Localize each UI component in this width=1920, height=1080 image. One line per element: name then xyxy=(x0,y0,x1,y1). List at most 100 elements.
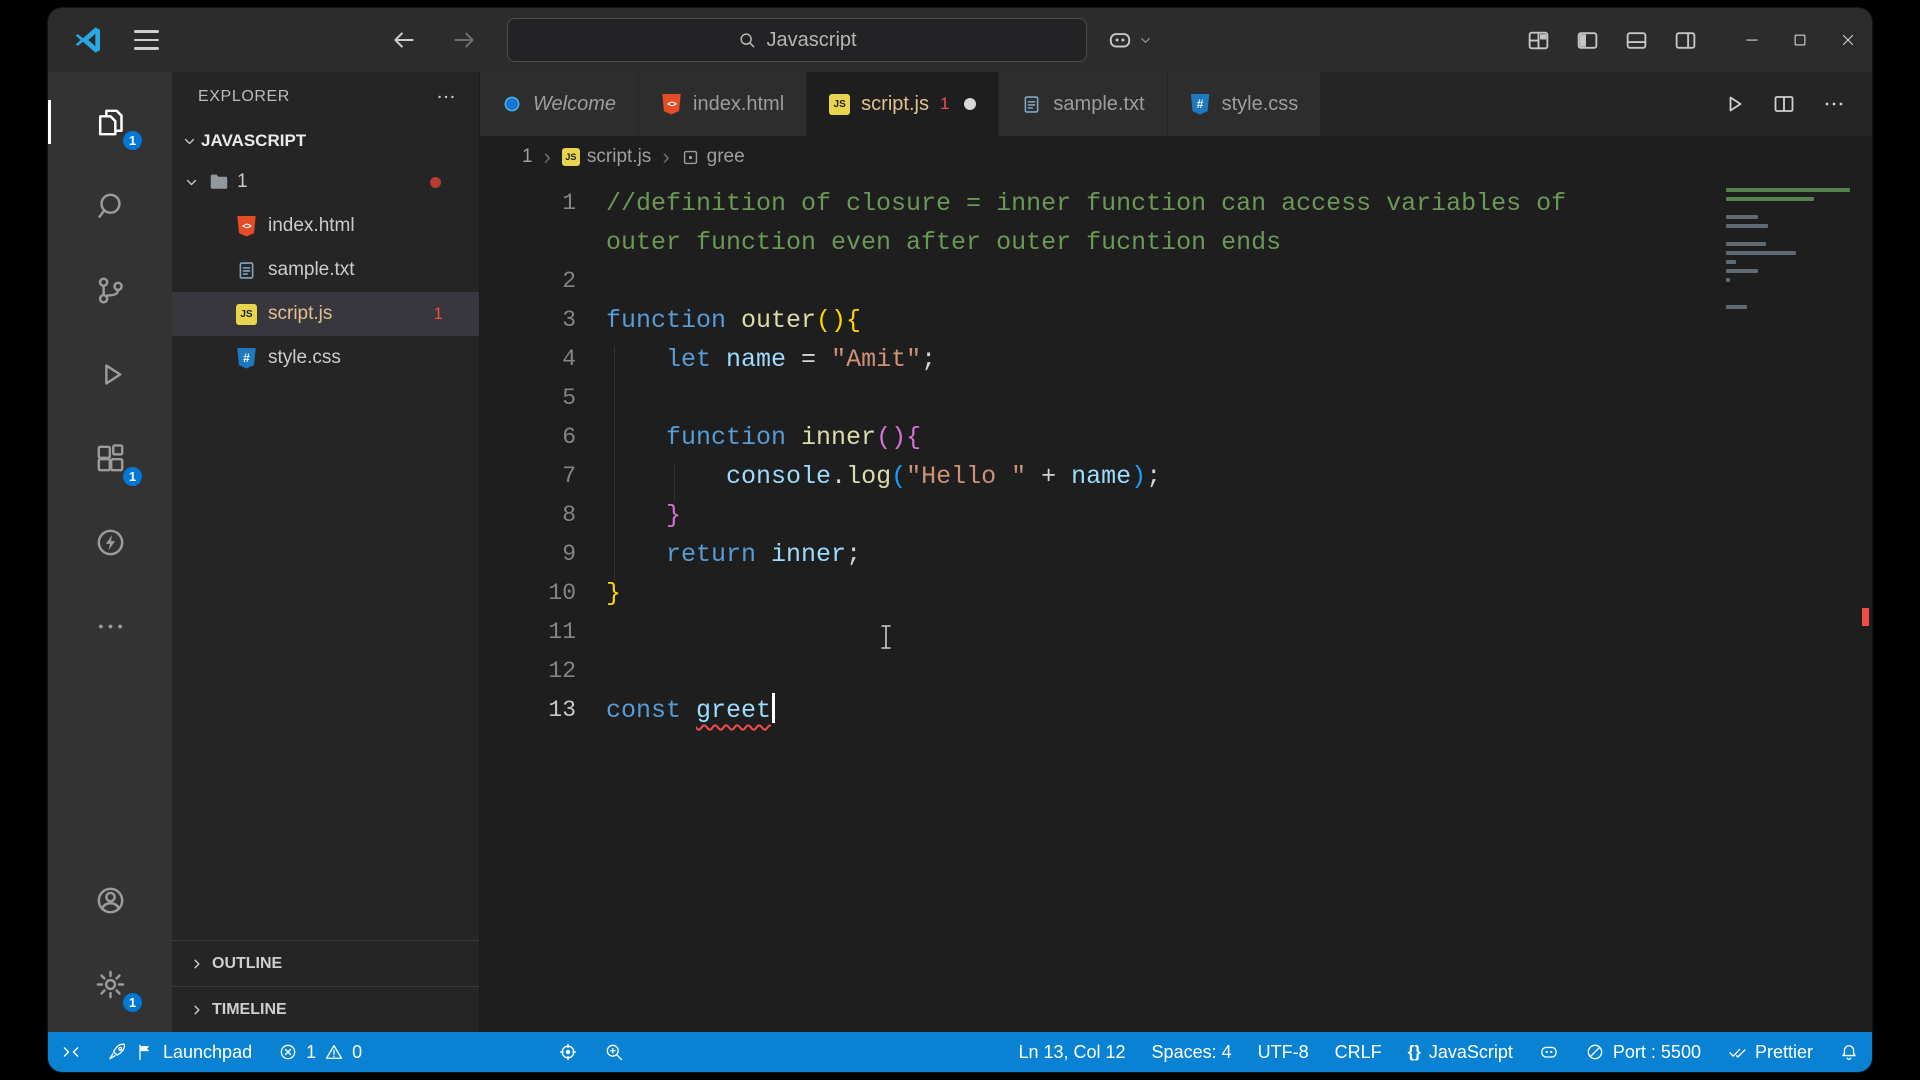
file-tree: 1 index.html sample.txt script.js 1 xyxy=(172,160,479,380)
tree-item-style-css[interactable]: style.css xyxy=(172,336,479,380)
tree-item-sample-txt[interactable]: sample.txt xyxy=(172,248,479,292)
error-count-badge: 1 xyxy=(433,304,443,323)
code-editor[interactable]: 1 //definition of closure = inner functio… xyxy=(480,178,1872,1032)
double-check-icon xyxy=(1729,1048,1746,1058)
zoom-status[interactable] xyxy=(591,1032,637,1072)
tab-style-css[interactable]: style.css xyxy=(1167,72,1322,136)
language-status[interactable]: {} JavaScript xyxy=(1395,1032,1526,1072)
copilot-status[interactable] xyxy=(1526,1032,1572,1072)
launchpad-label: Launchpad xyxy=(163,1041,253,1062)
forward-arrow-icon[interactable] xyxy=(451,27,477,53)
code-line-active[interactable]: 13 const greet xyxy=(480,691,1872,730)
activity-explorer[interactable]: 1 xyxy=(48,80,172,164)
search-box[interactable]: Javascript xyxy=(506,18,1087,62)
workspace-section-javascript[interactable]: JAVASCRIPT xyxy=(172,122,479,160)
menu-icon[interactable] xyxy=(134,30,159,50)
indent-guide xyxy=(614,346,615,580)
account-icon xyxy=(97,887,123,913)
code-line[interactable]: 11 xyxy=(480,613,1872,652)
tab-sample-txt[interactable]: sample.txt xyxy=(999,72,1168,136)
notifications-status[interactable] xyxy=(1826,1032,1872,1072)
code-text: function outer(){ xyxy=(606,306,862,335)
close-button[interactable] xyxy=(1824,8,1872,72)
tab-script-js[interactable]: script.js 1 xyxy=(807,72,1000,136)
activity-thunder-client[interactable] xyxy=(48,500,172,584)
more-actions-icon[interactable] xyxy=(1822,92,1846,116)
launchpad-status[interactable]: Launchpad xyxy=(94,1032,265,1072)
settings-badge: 1 xyxy=(121,991,144,1014)
breadcrumb-file[interactable]: script.js xyxy=(561,146,651,168)
code-line[interactable]: 6 function inner(){ xyxy=(480,418,1872,457)
breadcrumb-symbol[interactable]: gree xyxy=(681,146,745,168)
dirty-indicator[interactable] xyxy=(964,98,977,110)
activity-settings[interactable]: 1 xyxy=(48,942,172,1026)
code-line[interactable]: 3 function outer(){ xyxy=(480,301,1872,340)
port-status[interactable]: Port : 5500 xyxy=(1572,1032,1714,1072)
run-code-icon[interactable] xyxy=(1722,92,1746,116)
activity-more[interactable] xyxy=(48,584,172,668)
activity-extensions[interactable]: 1 xyxy=(48,416,172,500)
target-icon xyxy=(559,1043,577,1061)
minimize-button[interactable] xyxy=(1728,8,1776,72)
status-bar: Launchpad 1 0 Ln 13, Col 12 Spaces: 4 UT… xyxy=(48,1032,1872,1072)
tab-welcome[interactable]: Welcome xyxy=(480,72,639,136)
indentation-status[interactable]: Spaces: 4 xyxy=(1139,1032,1245,1072)
code-line[interactable]: 1 //definition of closure = inner functio… xyxy=(480,184,1872,223)
code-line[interactable]: 4 let name = "Amit"; xyxy=(480,340,1872,379)
target-status[interactable] xyxy=(545,1032,591,1072)
tab-error-badge: 1 xyxy=(939,94,950,113)
line-number: 12 xyxy=(548,658,576,684)
zoom-in-icon xyxy=(606,1044,623,1061)
back-arrow-icon[interactable] xyxy=(391,27,417,53)
code-line[interactable]: 8 } xyxy=(480,496,1872,535)
outline-label: OUTLINE xyxy=(212,954,283,972)
tree-item-index-html[interactable]: index.html xyxy=(172,204,479,248)
code-line[interactable]: 5 xyxy=(480,379,1872,418)
editor-group: Welcome index.html script.js 1 sample. xyxy=(480,72,1872,1032)
activity-accounts[interactable] xyxy=(48,858,172,942)
code-lines: 1 //definition of closure = inner functio… xyxy=(480,178,1872,1032)
line-number xyxy=(480,223,576,262)
copilot-icon xyxy=(1109,33,1130,48)
timeline-section[interactable]: TIMELINE xyxy=(172,986,479,1032)
toggle-panel-icon[interactable] xyxy=(1624,28,1649,53)
eol-status[interactable]: CRLF xyxy=(1322,1032,1395,1072)
activity-source-control[interactable] xyxy=(48,248,172,332)
toggle-sidebar-icon[interactable] xyxy=(1575,28,1600,53)
welcome-icon xyxy=(504,96,520,112)
copilot-menu[interactable] xyxy=(1107,27,1153,53)
toggle-secondary-sidebar-icon[interactable] xyxy=(1673,28,1698,53)
remote-indicator[interactable] xyxy=(48,1032,94,1072)
encoding-status[interactable]: UTF-8 xyxy=(1245,1032,1322,1072)
code-line[interactable]: 12 xyxy=(480,652,1872,691)
html-icon xyxy=(237,215,256,237)
activity-search[interactable] xyxy=(48,164,172,248)
tree-folder[interactable]: 1 xyxy=(172,160,479,204)
code-line[interactable]: 9 return inner; xyxy=(480,535,1872,574)
tab-index-html[interactable]: index.html xyxy=(639,72,808,136)
split-editor-icon[interactable] xyxy=(1772,92,1796,116)
prettier-status[interactable]: Prettier xyxy=(1714,1032,1826,1072)
line-number: 7 xyxy=(562,463,576,489)
code-line[interactable]: 10} xyxy=(480,574,1872,613)
tree-item-script-js[interactable]: script.js 1 xyxy=(172,292,479,336)
customize-layout-icon[interactable] xyxy=(1526,28,1551,53)
code-line[interactable]: 7 console.log("Hello " + name); xyxy=(480,457,1872,496)
explorer-more-actions[interactable] xyxy=(435,86,457,108)
breadcrumb-folder[interactable]: 1 xyxy=(522,146,533,168)
code-line[interactable]: 2 xyxy=(480,262,1872,301)
problems-status[interactable]: 1 0 xyxy=(265,1032,375,1072)
remote-icon xyxy=(63,1047,79,1057)
line-number: 2 xyxy=(562,268,576,294)
cursor-position-status[interactable]: Ln 13, Col 12 xyxy=(1005,1032,1138,1072)
blocked-circle-icon xyxy=(1587,1044,1603,1060)
folder-name: 1 xyxy=(237,171,248,192)
outline-section[interactable]: OUTLINE xyxy=(172,940,479,986)
code-line-wrap[interactable]: outer function even after outer fucntion… xyxy=(480,223,1872,262)
maximize-button[interactable] xyxy=(1776,8,1824,72)
line-number: 3 xyxy=(562,307,576,333)
activity-run-debug[interactable] xyxy=(48,332,172,416)
minimap[interactable] xyxy=(1726,188,1854,309)
file-name: style.css xyxy=(268,347,341,368)
